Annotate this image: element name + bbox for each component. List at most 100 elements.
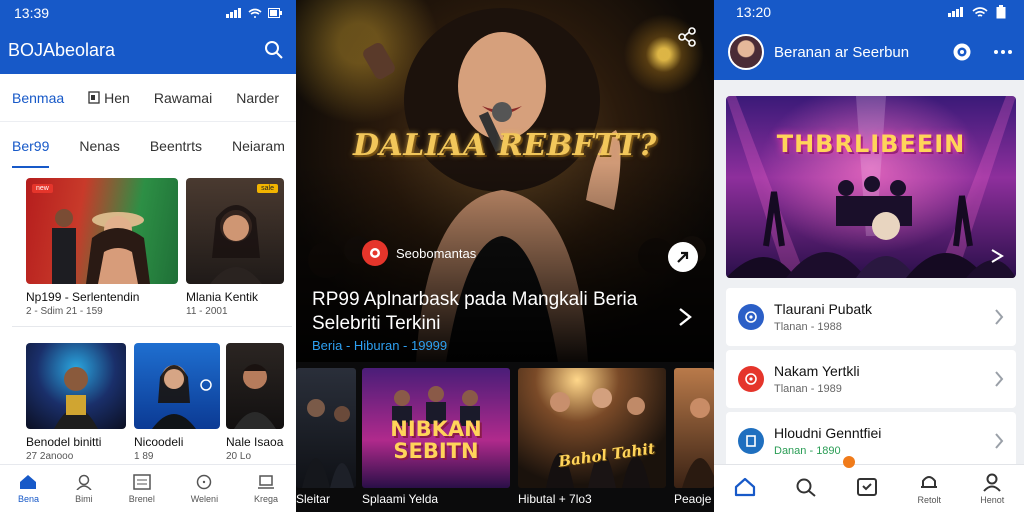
list-item[interactable]: Nakam Yertkli Tlanan - 1989 bbox=[726, 350, 1016, 408]
category-icon bbox=[738, 428, 764, 454]
signal-icon bbox=[948, 7, 963, 17]
news-meta: 27 2anooo bbox=[26, 451, 74, 462]
app-bar: BOJAbeolara bbox=[0, 26, 296, 74]
laptop-icon bbox=[258, 474, 274, 489]
singer-photo bbox=[152, 365, 212, 429]
list-item-title: Nakam Yertkli bbox=[774, 363, 860, 379]
category-icon bbox=[738, 304, 764, 330]
status-bar: 13:20 bbox=[714, 0, 1024, 24]
carousel-caption: Sleitar bbox=[296, 492, 331, 506]
more-icon[interactable] bbox=[994, 50, 1012, 54]
search-icon[interactable] bbox=[264, 40, 284, 60]
carousel-item[interactable]: Bahol Tahit Hibutal + 7lo3 bbox=[518, 368, 666, 506]
app-title: Beranan ar Seerbun bbox=[774, 43, 910, 61]
nav-chat[interactable]: Weleni bbox=[191, 474, 218, 504]
status-bar: 13:39 bbox=[0, 0, 296, 26]
play-icon bbox=[677, 251, 689, 263]
carousel-thumbnail: NIBKAN SEBITN bbox=[362, 368, 510, 488]
person-photo bbox=[210, 205, 262, 284]
carousel-caption: Splaami Yelda bbox=[362, 492, 439, 506]
nav-notifications[interactable]: Retolt bbox=[917, 472, 941, 505]
performer-photo bbox=[54, 367, 98, 429]
news-meta: 20 Lo bbox=[226, 451, 252, 462]
list-icon bbox=[133, 473, 151, 490]
nav-laptop-label: Krega bbox=[253, 493, 279, 504]
subtab-neiaram[interactable]: Neiaram bbox=[232, 138, 285, 168]
tab-benmaa[interactable]: Benmaa bbox=[12, 90, 64, 106]
signal-icon bbox=[226, 8, 241, 18]
publisher[interactable]: Seobomantas bbox=[362, 240, 476, 266]
carousel-item[interactable]: Peaoje bbox=[674, 368, 714, 506]
news-title: Np199 - Serlentendin bbox=[26, 290, 140, 304]
nav-home[interactable] bbox=[734, 477, 756, 500]
news-card[interactable]: Benodel binitti 27 2anooo bbox=[26, 343, 126, 462]
left-screen: 13:39 BOJAbeolara Benmaa Hen Rawamai Nar… bbox=[0, 0, 296, 512]
news-card[interactable]: sale Mlania Kentik 11 - 2001 bbox=[186, 178, 284, 317]
featured-concert-card[interactable]: THBRLIBEEIN bbox=[726, 96, 1016, 278]
wifi-icon bbox=[972, 7, 988, 17]
chevron-right-icon bbox=[994, 370, 1004, 388]
hero-artwork-title: DALIAA REBFTT? bbox=[352, 128, 658, 163]
list-item-title: Hloudni Genntfiei bbox=[774, 425, 882, 441]
related-carousel: Sleitar NIBKAN SEBITN Splaami Yelda Baho… bbox=[296, 368, 714, 512]
status-time: 13:39 bbox=[14, 5, 50, 21]
nav-profile-label: Henot bbox=[980, 495, 1005, 505]
bell-icon bbox=[921, 476, 938, 488]
nav-list[interactable]: Brenel bbox=[129, 473, 155, 504]
nav-user[interactable]: Bimi bbox=[75, 474, 93, 504]
nav-profile[interactable]: Henot bbox=[980, 472, 1004, 505]
list-item-meta: Tlanan - 1988 bbox=[774, 321, 842, 333]
list-item[interactable]: Tlaurani Pubatk Tlanan - 1988 bbox=[726, 288, 1016, 346]
tab-hen[interactable]: Hen bbox=[88, 90, 130, 106]
app-bar: Beranan ar Seerbun bbox=[714, 24, 1024, 80]
nav-saved[interactable] bbox=[856, 477, 878, 500]
publisher-logo-icon bbox=[362, 240, 388, 266]
sub-tabs: Ber99 Nenas Beentrts Neiaram bbox=[0, 122, 296, 168]
subtab-ber99[interactable]: Ber99 bbox=[12, 138, 50, 168]
news-thumbnail: sale bbox=[186, 178, 284, 284]
nav-home[interactable]: Bena bbox=[18, 474, 39, 504]
news-meta: 2 - Sdim 21 - 159 bbox=[26, 306, 103, 317]
play-button[interactable] bbox=[668, 242, 698, 272]
document-icon bbox=[88, 91, 100, 104]
status-icons bbox=[948, 5, 1006, 19]
nav-laptop[interactable]: Krega bbox=[254, 474, 278, 504]
news-card[interactable]: new Np199 - Serlentendin 2 - Sdim 21 - 1… bbox=[26, 178, 178, 317]
news-meta: 1 89 bbox=[134, 451, 154, 462]
carousel-caption: Hibutal + 7lo3 bbox=[518, 492, 592, 506]
news-title: Benodel binitti bbox=[26, 435, 102, 449]
news-card[interactable]: Nale Isaoal 20 Lo bbox=[226, 343, 284, 462]
nav-user-label: Bimi bbox=[75, 493, 93, 504]
carousel-item[interactable]: Sleitar bbox=[296, 368, 356, 506]
play-icon[interactable] bbox=[990, 248, 1004, 264]
category-icon bbox=[738, 366, 764, 392]
status-icons bbox=[226, 8, 282, 18]
chevron-right-icon[interactable] bbox=[676, 306, 694, 328]
hero-meta: Beria - Hiburan - 19999 bbox=[312, 338, 448, 353]
nav-search[interactable] bbox=[795, 477, 817, 500]
notification-dot bbox=[843, 456, 855, 468]
app-title: BOJAbeolara bbox=[8, 39, 116, 60]
hero-headline[interactable]: RP99 Aplnarbask pada Mangkali Beria Sele… bbox=[312, 288, 672, 336]
bottom-nav: Bena Bimi Brenel Weleni Krega bbox=[0, 464, 296, 512]
tab-narder[interactable]: Narder bbox=[236, 90, 279, 106]
news-title: Nale Isaoal bbox=[226, 435, 284, 449]
tab-rawamai[interactable]: Rawamai bbox=[154, 90, 212, 106]
featured-hero[interactable]: DALIAA REBFTT? Seobomantas RP99 Aplnarba… bbox=[296, 0, 714, 362]
list-item-title: Tlaurani Pubatk bbox=[774, 301, 873, 317]
nav-chat-label: Weleni bbox=[190, 493, 219, 504]
globe-icon[interactable] bbox=[952, 42, 972, 62]
avatar[interactable] bbox=[728, 34, 764, 70]
carousel-item[interactable]: NIBKAN SEBITN Splaami Yelda bbox=[362, 368, 510, 506]
profile-icon bbox=[983, 473, 1002, 492]
publisher-name: Seobomantas bbox=[396, 245, 477, 261]
tab-hen-label: Hen bbox=[104, 89, 130, 106]
news-card[interactable]: Nicoodeli 1 89 bbox=[134, 343, 220, 462]
status-time: 13:20 bbox=[736, 4, 772, 20]
people-photo bbox=[52, 209, 150, 284]
subtab-nenas[interactable]: Nenas bbox=[79, 138, 119, 168]
battery-icon bbox=[268, 8, 282, 18]
share-icon[interactable] bbox=[676, 26, 698, 48]
subtab-beentrts[interactable]: Beentrts bbox=[150, 138, 202, 168]
list-item[interactable]: Hloudni Genntfiei Danan - 1890 bbox=[726, 412, 1016, 470]
